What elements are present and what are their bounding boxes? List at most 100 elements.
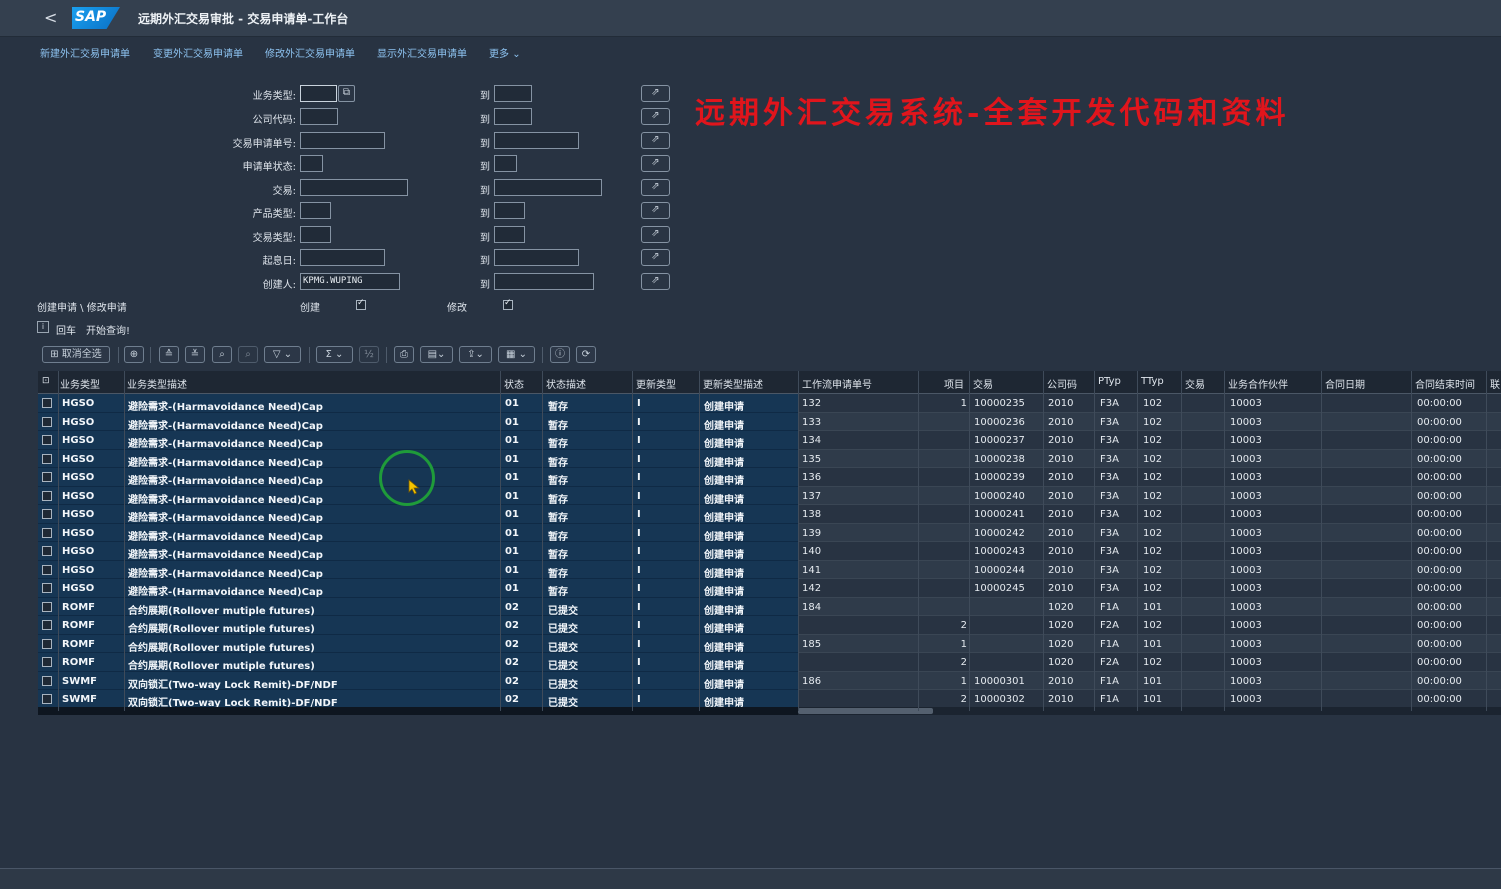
col-ptyp[interactable]: PTyp — [1098, 376, 1121, 387]
col-workflow-number[interactable]: 工作流申请单号 — [802, 376, 872, 391]
col-update-type-desc[interactable]: 更新类型描述 — [703, 376, 763, 391]
company-code-to-input[interactable] — [494, 108, 532, 125]
deal-to-input[interactable] — [494, 179, 602, 196]
create-checkbox[interactable] — [356, 298, 366, 310]
col-deal[interactable]: 交易 — [973, 376, 993, 391]
table-row[interactable]: HGSO 避险需求-(Harmavoidance Need)Cap 01 暂存 I 创建申… — [38, 394, 1501, 413]
col-status[interactable]: 状态 — [504, 376, 524, 391]
company-code-from-input[interactable] — [300, 108, 338, 125]
table-row[interactable]: ROMF 合约展期(Rollover mutiple futures) 02 已提交 I… — [38, 597, 1501, 617]
multiple-selection-icon[interactable]: ⇗ — [641, 202, 670, 219]
product-type-to-input[interactable] — [494, 202, 525, 219]
table-row[interactable]: HGSO 避险需求-(Harmavoidance Need)Cap 01 暂存 I 创建申… — [38, 468, 1501, 487]
row-checkbox[interactable] — [42, 675, 52, 686]
business-type-to-input[interactable] — [494, 85, 532, 102]
request-status-from-input[interactable] — [300, 155, 323, 172]
menu-more[interactable]: 更多 ⌄ — [489, 45, 521, 60]
col-business-partner[interactable]: 业务合作伙伴 — [1228, 376, 1288, 391]
multiple-selection-icon[interactable]: ⇗ — [641, 85, 670, 102]
layout-icon[interactable]: ▤⌄ — [420, 346, 453, 363]
col-deal-2[interactable]: 交易 — [1185, 376, 1205, 391]
details-icon[interactable]: ⓘ — [550, 346, 570, 363]
row-checkbox[interactable] — [42, 620, 52, 630]
row-checkbox[interactable] — [42, 490, 52, 501]
table-row[interactable]: HGSO 避险需求-(Harmavoidance Need)Cap 01 暂存 I 创建申… — [38, 560, 1501, 580]
row-checkbox[interactable] — [42, 472, 52, 482]
table-row[interactable]: HGSO 避险需求-(Harmavoidance Need)Cap 01 暂存 I 创建申… — [38, 523, 1501, 543]
table-row[interactable]: HGSO 避险需求-(Harmavoidance Need)Cap 01 暂存 I 创建申… — [38, 486, 1501, 506]
row-checkbox[interactable] — [42, 398, 52, 408]
row-checkbox[interactable] — [42, 527, 52, 538]
row-checkbox[interactable] — [42, 638, 52, 649]
table-row[interactable]: HGSO 避险需求-(Harmavoidance Need)Cap 01 暂存 I 创建申… — [38, 431, 1501, 450]
filter-icon[interactable]: ▽ ⌄ — [264, 346, 301, 363]
col-update-type[interactable]: 更新类型 — [636, 376, 676, 391]
business-type-from-input[interactable] — [300, 85, 337, 102]
multiple-selection-icon[interactable]: ⇗ — [641, 132, 670, 149]
table-row[interactable]: ROMF 合约展期(Rollover mutiple futures) 02 已提交 I… — [38, 616, 1501, 635]
menu-modify-request[interactable]: 修改外汇交易申请单 — [265, 45, 355, 60]
col-item[interactable]: 项目 — [944, 376, 964, 391]
find-icon[interactable]: ⌕ — [212, 346, 232, 363]
row-checkbox[interactable] — [42, 601, 52, 612]
deal-from-input[interactable] — [300, 179, 408, 196]
col-ttyp[interactable]: TTyp — [1141, 376, 1164, 387]
col-company-code[interactable]: 公司码 — [1047, 376, 1077, 391]
export-icon[interactable]: ⇪⌄ — [459, 346, 492, 363]
created-by-from-input[interactable]: KPMG.WUPING — [300, 273, 400, 290]
row-checkbox[interactable] — [42, 694, 52, 704]
product-type-from-input[interactable] — [300, 202, 331, 219]
sort-descending-icon[interactable]: ≚ — [185, 346, 205, 363]
find-next-icon[interactable]: ⌕ — [238, 346, 258, 363]
refresh-icon[interactable]: ⟳ — [576, 346, 596, 363]
menu-change-request[interactable]: 变更外汇交易申请单 — [153, 45, 243, 60]
multiple-selection-icon[interactable]: ⇗ — [641, 155, 670, 172]
back-icon[interactable]: < — [44, 8, 57, 27]
menu-new-request[interactable]: 新建外汇交易申请单 — [40, 45, 130, 60]
col-business-type-desc[interactable]: 业务类型描述 — [127, 376, 187, 391]
multiple-selection-icon[interactable]: ⇗ — [641, 249, 670, 266]
sort-ascending-icon[interactable]: ≙ — [159, 346, 179, 363]
table-row[interactable]: HGSO 避险需求-(Harmavoidance Need)Cap 01 暂存 I 创建申… — [38, 412, 1501, 432]
table-row[interactable]: ROMF 合约展期(Rollover mutiple futures) 02 已提交 I… — [38, 653, 1501, 672]
view-icon[interactable]: ▦ ⌄ — [498, 346, 535, 363]
table-row[interactable]: HGSO 避险需求-(Harmavoidance Need)Cap 01 暂存 I 创建申… — [38, 579, 1501, 598]
row-checkbox[interactable] — [42, 546, 52, 556]
sum-icon[interactable]: Σ ⌄ — [316, 346, 353, 363]
table-row[interactable]: SWMF 双向锁汇(Two-way Lock Remit)-DF/NDF 02 已提交… — [38, 671, 1501, 691]
multiple-selection-icon[interactable]: ⇗ — [641, 179, 670, 196]
horizontal-scrollbar[interactable] — [798, 707, 1501, 715]
value-date-from-input[interactable] — [300, 249, 385, 266]
row-checkbox[interactable] — [42, 657, 52, 667]
row-checkbox[interactable] — [42, 416, 52, 427]
col-contract-date[interactable]: 合同日期 — [1325, 376, 1365, 391]
col-contract-end-time[interactable]: 合同结束时间 — [1415, 376, 1475, 391]
row-checkbox[interactable] — [42, 509, 52, 519]
request-number-from-input[interactable] — [300, 132, 385, 149]
request-number-to-input[interactable] — [494, 132, 579, 149]
subtotal-icon[interactable]: ½ — [359, 346, 379, 363]
multiple-selection-icon[interactable]: ⇗ — [641, 273, 670, 290]
menu-more-label[interactable]: 更多 — [489, 49, 509, 60]
col-more[interactable]: 联 — [1490, 376, 1500, 391]
col-status-desc[interactable]: 状态描述 — [546, 376, 586, 391]
table-row[interactable]: HGSO 避险需求-(Harmavoidance Need)Cap 01 暂存 I 创建申… — [38, 542, 1501, 561]
menu-display-request[interactable]: 显示外汇交易申请单 — [377, 45, 467, 60]
multiple-selection-icon[interactable]: ⇗ — [641, 108, 670, 125]
deselect-all-button[interactable]: ⊞ 取消全选 — [42, 346, 110, 363]
multiple-selection-icon[interactable]: ⇗ — [641, 226, 670, 243]
value-help-icon[interactable]: ⧉ — [338, 85, 355, 102]
value-date-to-input[interactable] — [494, 249, 579, 266]
transaction-type-from-input[interactable] — [300, 226, 331, 243]
transaction-type-to-input[interactable] — [494, 226, 525, 243]
select-all-icon[interactable]: ⊡ — [42, 376, 50, 386]
row-checkbox[interactable] — [42, 453, 52, 464]
scrollbar-thumb[interactable] — [798, 708, 933, 714]
created-by-to-input[interactable] — [494, 273, 594, 290]
table-row[interactable]: HGSO 避险需求-(Harmavoidance Need)Cap 01 暂存 I 创建申… — [38, 505, 1501, 524]
col-business-type[interactable]: 业务类型 — [60, 376, 100, 391]
row-checkbox[interactable] — [42, 583, 52, 593]
row-checkbox[interactable] — [42, 564, 52, 575]
modify-checkbox[interactable] — [503, 298, 513, 310]
table-row[interactable]: HGSO 避险需求-(Harmavoidance Need)Cap 01 暂存 I 创建申… — [38, 449, 1501, 469]
